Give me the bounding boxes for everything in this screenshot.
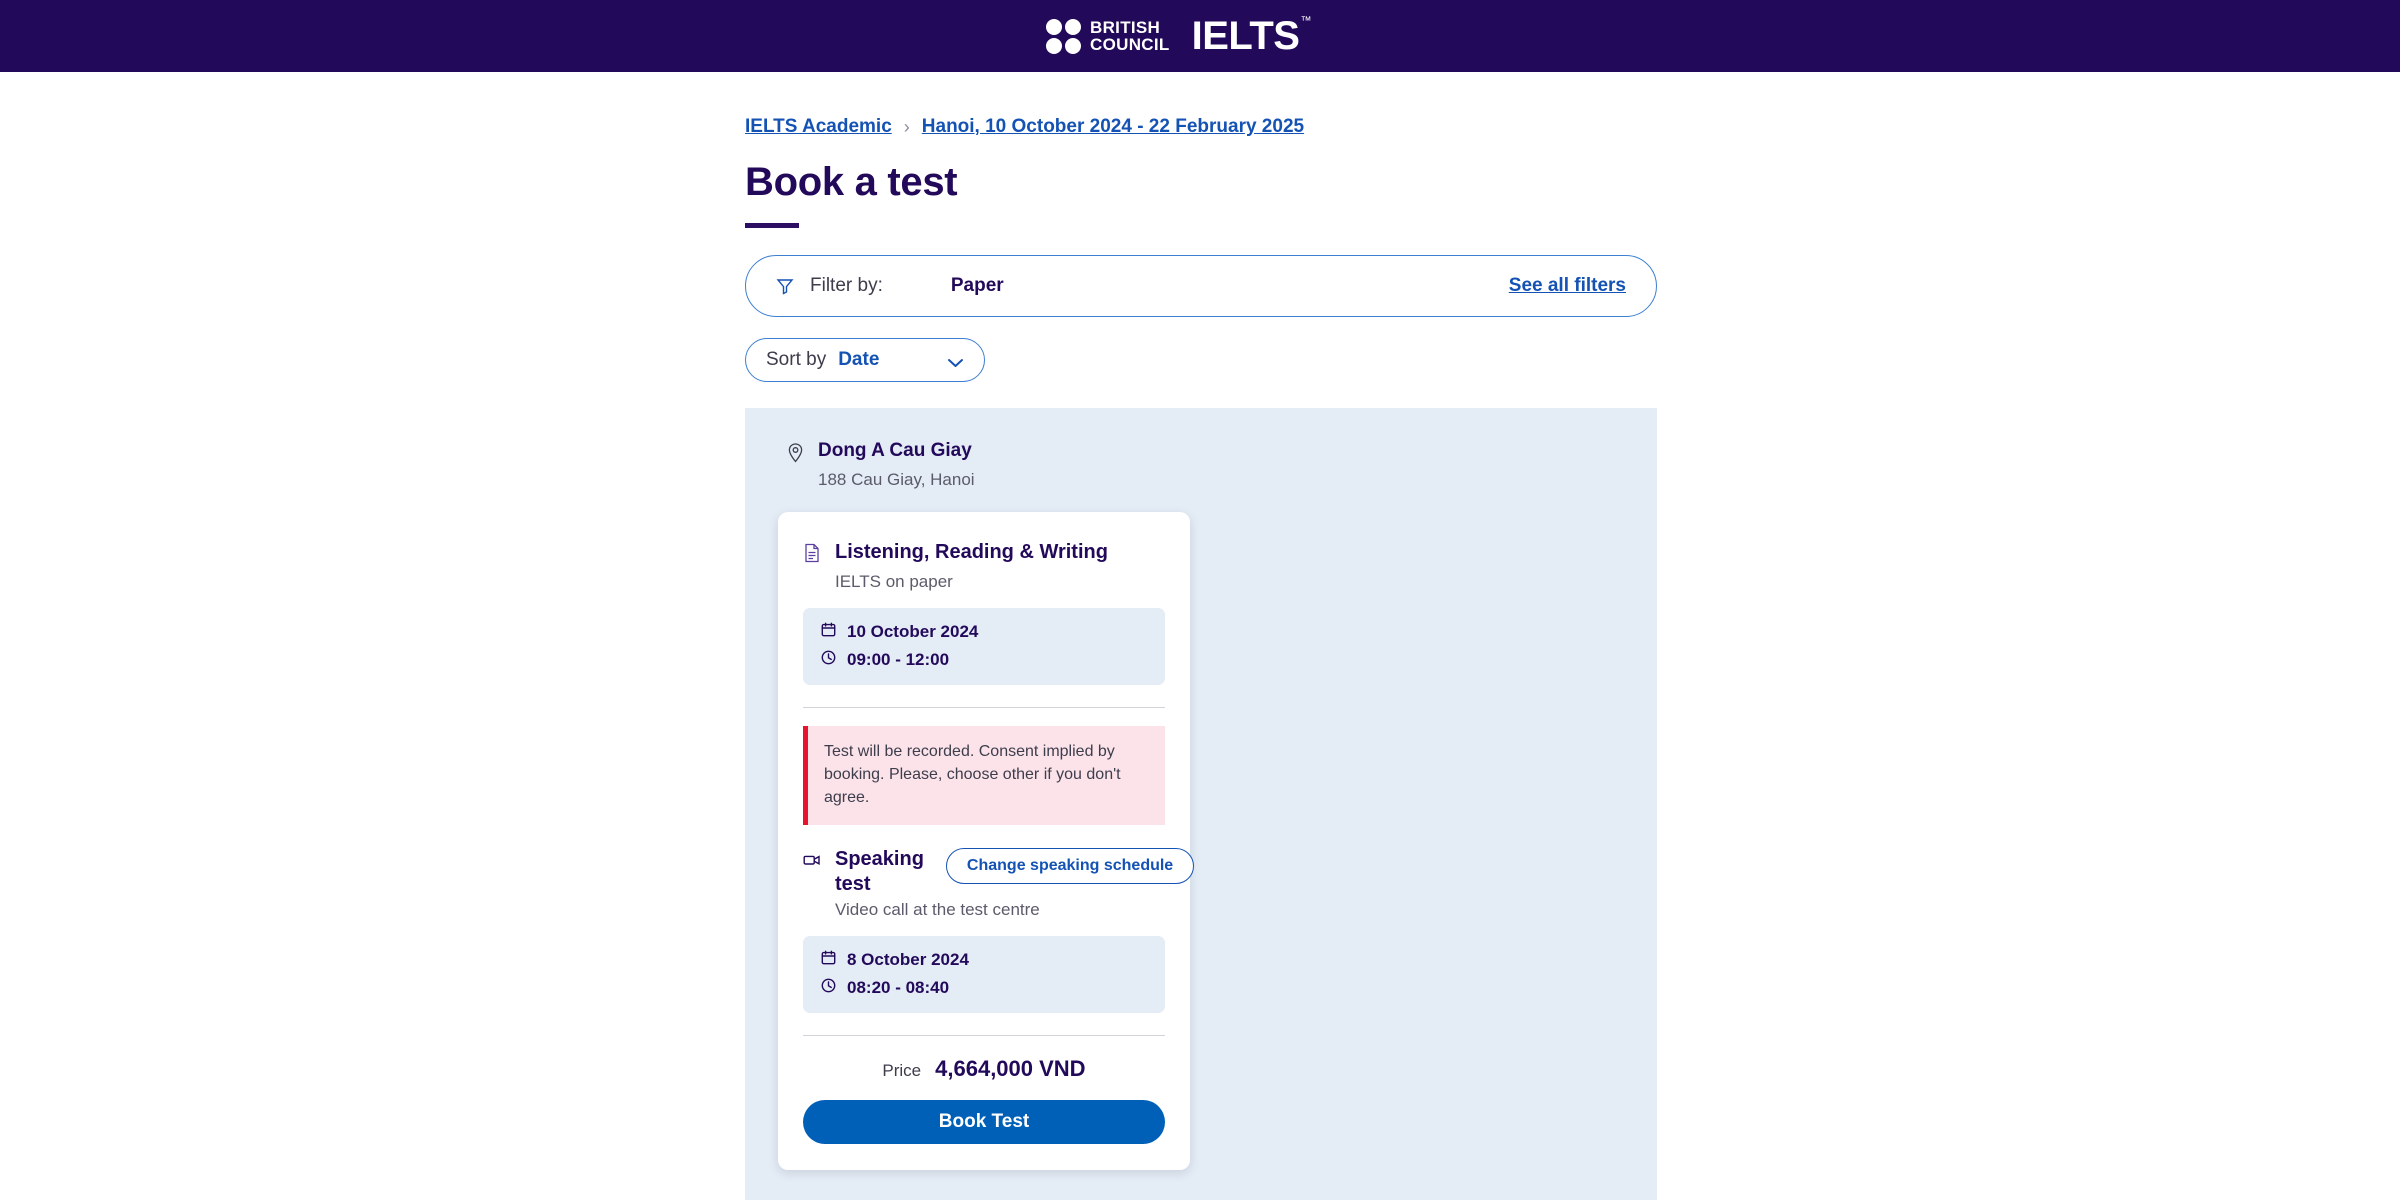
breadcrumb: IELTS Academic › Hanoi, 10 October 2024 … <box>745 116 2400 138</box>
speaking-test-date-row: 8 October 2024 <box>821 950 1147 970</box>
price-value: 4,664,000 VND <box>935 1056 1085 1082</box>
title-underline-accent <box>745 223 799 228</box>
written-test-slot: 10 October 2024 09:00 - 12:00 <box>803 608 1165 685</box>
page-body: IELTS Academic › Hanoi, 10 October 2024 … <box>0 116 2400 1200</box>
venue-name: Dong A Cau Giay <box>818 440 975 462</box>
speaking-test-time: 08:20 - 08:40 <box>847 978 949 998</box>
see-all-filters-link[interactable]: See all filters <box>1509 275 1626 297</box>
speaking-test-title: Speaking test <box>835 847 924 897</box>
site-header: BRITISH COUNCIL IELTS™ <box>0 0 2400 72</box>
venue-header: Dong A Cau Giay 188 Cau Giay, Hanoi <box>745 440 1657 490</box>
document-icon <box>803 543 821 563</box>
page-title: Book a test <box>745 160 2400 205</box>
price-row: Price 4,664,000 VND <box>803 1056 1165 1082</box>
card-divider <box>803 707 1165 708</box>
speaking-test-subtitle: Video call at the test centre <box>835 900 1165 920</box>
brand-line-1: BRITISH <box>1090 19 1170 36</box>
calendar-icon <box>821 622 836 642</box>
test-card[interactable]: Listening, Reading & Writing IELTS on pa… <box>778 512 1190 1170</box>
price-label: Price <box>882 1061 921 1081</box>
price-divider <box>803 1035 1165 1036</box>
filter-value: Paper <box>951 275 1004 297</box>
change-speaking-schedule-button[interactable]: Change speaking schedule <box>946 848 1194 884</box>
funnel-icon <box>776 277 794 295</box>
recording-consent-alert: Test will be recorded. Consent implied b… <box>803 726 1165 825</box>
brand-line-2: COUNCIL <box>1090 36 1170 53</box>
venue-address: 188 Cau Giay, Hanoi <box>818 470 975 490</box>
sort-by-label: Sort by <box>766 349 826 371</box>
speaking-test-slot: 8 October 2024 08:20 - 08:40 <box>803 936 1165 1013</box>
trademark-symbol: ™ <box>1300 15 1311 27</box>
speaking-test-header: Speaking test Change speaking schedule <box>803 847 1165 897</box>
filter-bar[interactable]: Filter by: Paper See all filters <box>745 255 1657 317</box>
written-test-header: Listening, Reading & Writing IELTS on pa… <box>803 540 1165 592</box>
written-test-time: 09:00 - 12:00 <box>847 650 949 670</box>
speaking-test-time-row: 08:20 - 08:40 <box>821 978 1147 998</box>
clock-icon <box>821 650 836 670</box>
speaking-test-date: 8 October 2024 <box>847 950 969 970</box>
logo-group[interactable]: BRITISH COUNCIL IELTS™ <box>1046 14 1310 59</box>
breadcrumb-item-ielts-academic[interactable]: IELTS Academic <box>745 116 892 138</box>
sort-by-value: Date <box>838 349 879 371</box>
ielts-wordmark: IELTS <box>1192 14 1300 58</box>
chevron-right-icon: › <box>904 117 910 138</box>
sort-by-dropdown[interactable]: Sort by Date <box>745 338 985 382</box>
calendar-icon <box>821 950 836 970</box>
written-test-title: Listening, Reading & Writing <box>835 540 1108 565</box>
chevron-down-icon[interactable] <box>947 355 964 365</box>
british-council-dots-icon <box>1046 19 1081 54</box>
ielts-logo[interactable]: IELTS™ <box>1192 14 1310 59</box>
written-test-subtitle: IELTS on paper <box>835 572 1108 592</box>
video-camera-icon <box>803 850 821 870</box>
british-council-logo[interactable]: BRITISH COUNCIL <box>1046 19 1170 54</box>
map-pin-icon <box>787 443 804 463</box>
recording-consent-text: Test will be recorded. Consent implied b… <box>824 740 1147 810</box>
written-test-date: 10 October 2024 <box>847 622 978 642</box>
filter-by-label: Filter by: <box>810 275 883 297</box>
clock-icon <box>821 978 836 998</box>
breadcrumb-item-hanoi-dates[interactable]: Hanoi, 10 October 2024 - 22 February 202… <box>922 116 1304 138</box>
book-test-button[interactable]: Book Test <box>803 1100 1165 1144</box>
written-test-date-row: 10 October 2024 <box>821 622 1147 642</box>
written-test-time-row: 09:00 - 12:00 <box>821 650 1147 670</box>
result-group-dong-a-cau-giay: Dong A Cau Giay 188 Cau Giay, Hanoi List… <box>745 408 1657 1200</box>
